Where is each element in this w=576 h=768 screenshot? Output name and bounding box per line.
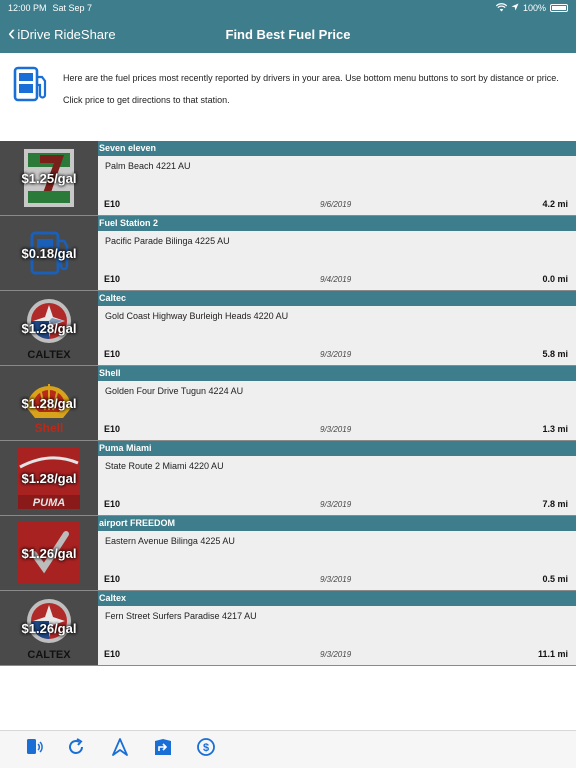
fuel-type: E10 <box>104 649 121 659</box>
navigation-bar: ‹ iDrive RideShare Find Best Fuel Price <box>0 16 576 53</box>
price-button[interactable]: $1.25/gal <box>0 141 98 215</box>
report-date: 9/3/2019 <box>320 425 352 434</box>
report-date: 9/3/2019 <box>320 500 352 509</box>
station-distance: 5.8 mi <box>542 349 568 359</box>
fuel-type: E10 <box>104 499 121 509</box>
station-row: PUMA $1.28/gal Puma Miami State Route 2 … <box>0 441 576 516</box>
info-section: Here are the fuel prices most recently r… <box>0 53 576 141</box>
fuel-pump-icon <box>12 65 50 108</box>
price-button[interactable]: $0.18/gal <box>0 216 98 290</box>
price-button[interactable]: $1.28/gal <box>0 291 98 365</box>
refresh-button[interactable] <box>66 737 86 762</box>
fuel-type: E10 <box>104 574 121 584</box>
station-name: Puma Miami <box>98 441 576 456</box>
back-label: iDrive RideShare <box>17 27 116 42</box>
price-button[interactable]: $1.26/gal <box>0 516 98 590</box>
station-address: State Route 2 Miami 4220 AU <box>105 461 224 471</box>
fuel-type: E10 <box>104 274 121 284</box>
info-text-sort: Here are the fuel prices most recently r… <box>63 73 559 83</box>
info-text-directions: Click price to get directions to that st… <box>63 95 230 105</box>
report-price-button[interactable] <box>24 737 44 762</box>
fuel-type: E10 <box>104 199 121 209</box>
station-distance: 4.2 mi <box>542 199 568 209</box>
report-date: 9/3/2019 <box>320 350 352 359</box>
station-row: CALTEX $1.26/gal Caltex Fern Street Surf… <box>0 591 576 666</box>
report-date: 9/4/2019 <box>320 275 352 284</box>
station-address: Palm Beach 4221 AU <box>105 161 191 171</box>
station-row: $1.26/gal airport FREEDOM Eastern Avenue… <box>0 516 576 591</box>
station-name: Caltex <box>98 591 576 606</box>
fuel-type: E10 <box>104 349 121 359</box>
fuel-type: E10 <box>104 424 121 434</box>
station-distance: 0.5 mi <box>542 574 568 584</box>
station-address: Eastern Avenue Bilinga 4225 AU <box>105 536 235 546</box>
station-distance: 0.0 mi <box>542 274 568 284</box>
station-distance: 1.3 mi <box>542 424 568 434</box>
price-button[interactable]: $1.28/gal <box>0 441 98 515</box>
report-price-icon <box>24 737 44 762</box>
battery-percent: 100% <box>522 3 546 13</box>
svg-text:$: $ <box>203 742 209 754</box>
station-address: Gold Coast Highway Burleigh Heads 4220 A… <box>105 311 289 321</box>
sort-price-button[interactable]: $ <box>196 737 216 762</box>
directions-icon <box>153 737 173 762</box>
location-arrow-icon <box>511 3 519 13</box>
back-button[interactable]: ‹ iDrive RideShare <box>8 16 116 53</box>
sort-price-icon: $ <box>196 737 216 762</box>
station-row: Shell $1.28/gal Shell Golden Four Drive … <box>0 366 576 441</box>
battery-icon <box>550 4 568 12</box>
station-name: Caltec <box>98 291 576 306</box>
station-name: Shell <box>98 366 576 381</box>
sort-distance-icon <box>110 737 130 762</box>
station-name: Fuel Station 2 <box>98 216 576 231</box>
price-button[interactable]: $1.28/gal <box>0 366 98 440</box>
report-date: 9/6/2019 <box>320 200 352 209</box>
price-button[interactable]: $1.26/gal <box>0 591 98 665</box>
station-distance: 11.1 mi <box>537 649 568 659</box>
sort-distance-button[interactable] <box>110 737 130 762</box>
directions-button[interactable] <box>153 737 173 762</box>
status-date: Sat Sep 7 <box>52 3 93 13</box>
station-row: $0.18/gal Fuel Station 2 Pacific Parade … <box>0 216 576 291</box>
report-date: 9/3/2019 <box>320 650 352 659</box>
station-name: airport FREEDOM <box>98 516 576 531</box>
chevron-left-icon: ‹ <box>8 20 16 45</box>
bottom-toolbar: $ <box>0 730 576 768</box>
station-row: CALTEX $1.28/gal Caltec Gold Coast Highw… <box>0 291 576 366</box>
station-distance: 7.8 mi <box>542 499 568 509</box>
refresh-icon <box>66 737 86 762</box>
station-address: Fern Street Surfers Paradise 4217 AU <box>105 611 257 621</box>
station-list: $1.25/gal Seven eleven Palm Beach 4221 A… <box>0 141 576 666</box>
station-row: $1.25/gal Seven eleven Palm Beach 4221 A… <box>0 141 576 216</box>
station-address: Golden Four Drive Tugun 4224 AU <box>105 386 244 396</box>
station-name: Seven eleven <box>98 141 576 156</box>
wifi-icon <box>495 2 508 14</box>
report-date: 9/3/2019 <box>320 575 352 584</box>
station-address: Pacific Parade Bilinga 4225 AU <box>105 236 230 246</box>
status-time: 12:00 PM <box>8 3 47 13</box>
status-bar: 12:00 PM Sat Sep 7 100% <box>0 0 576 16</box>
